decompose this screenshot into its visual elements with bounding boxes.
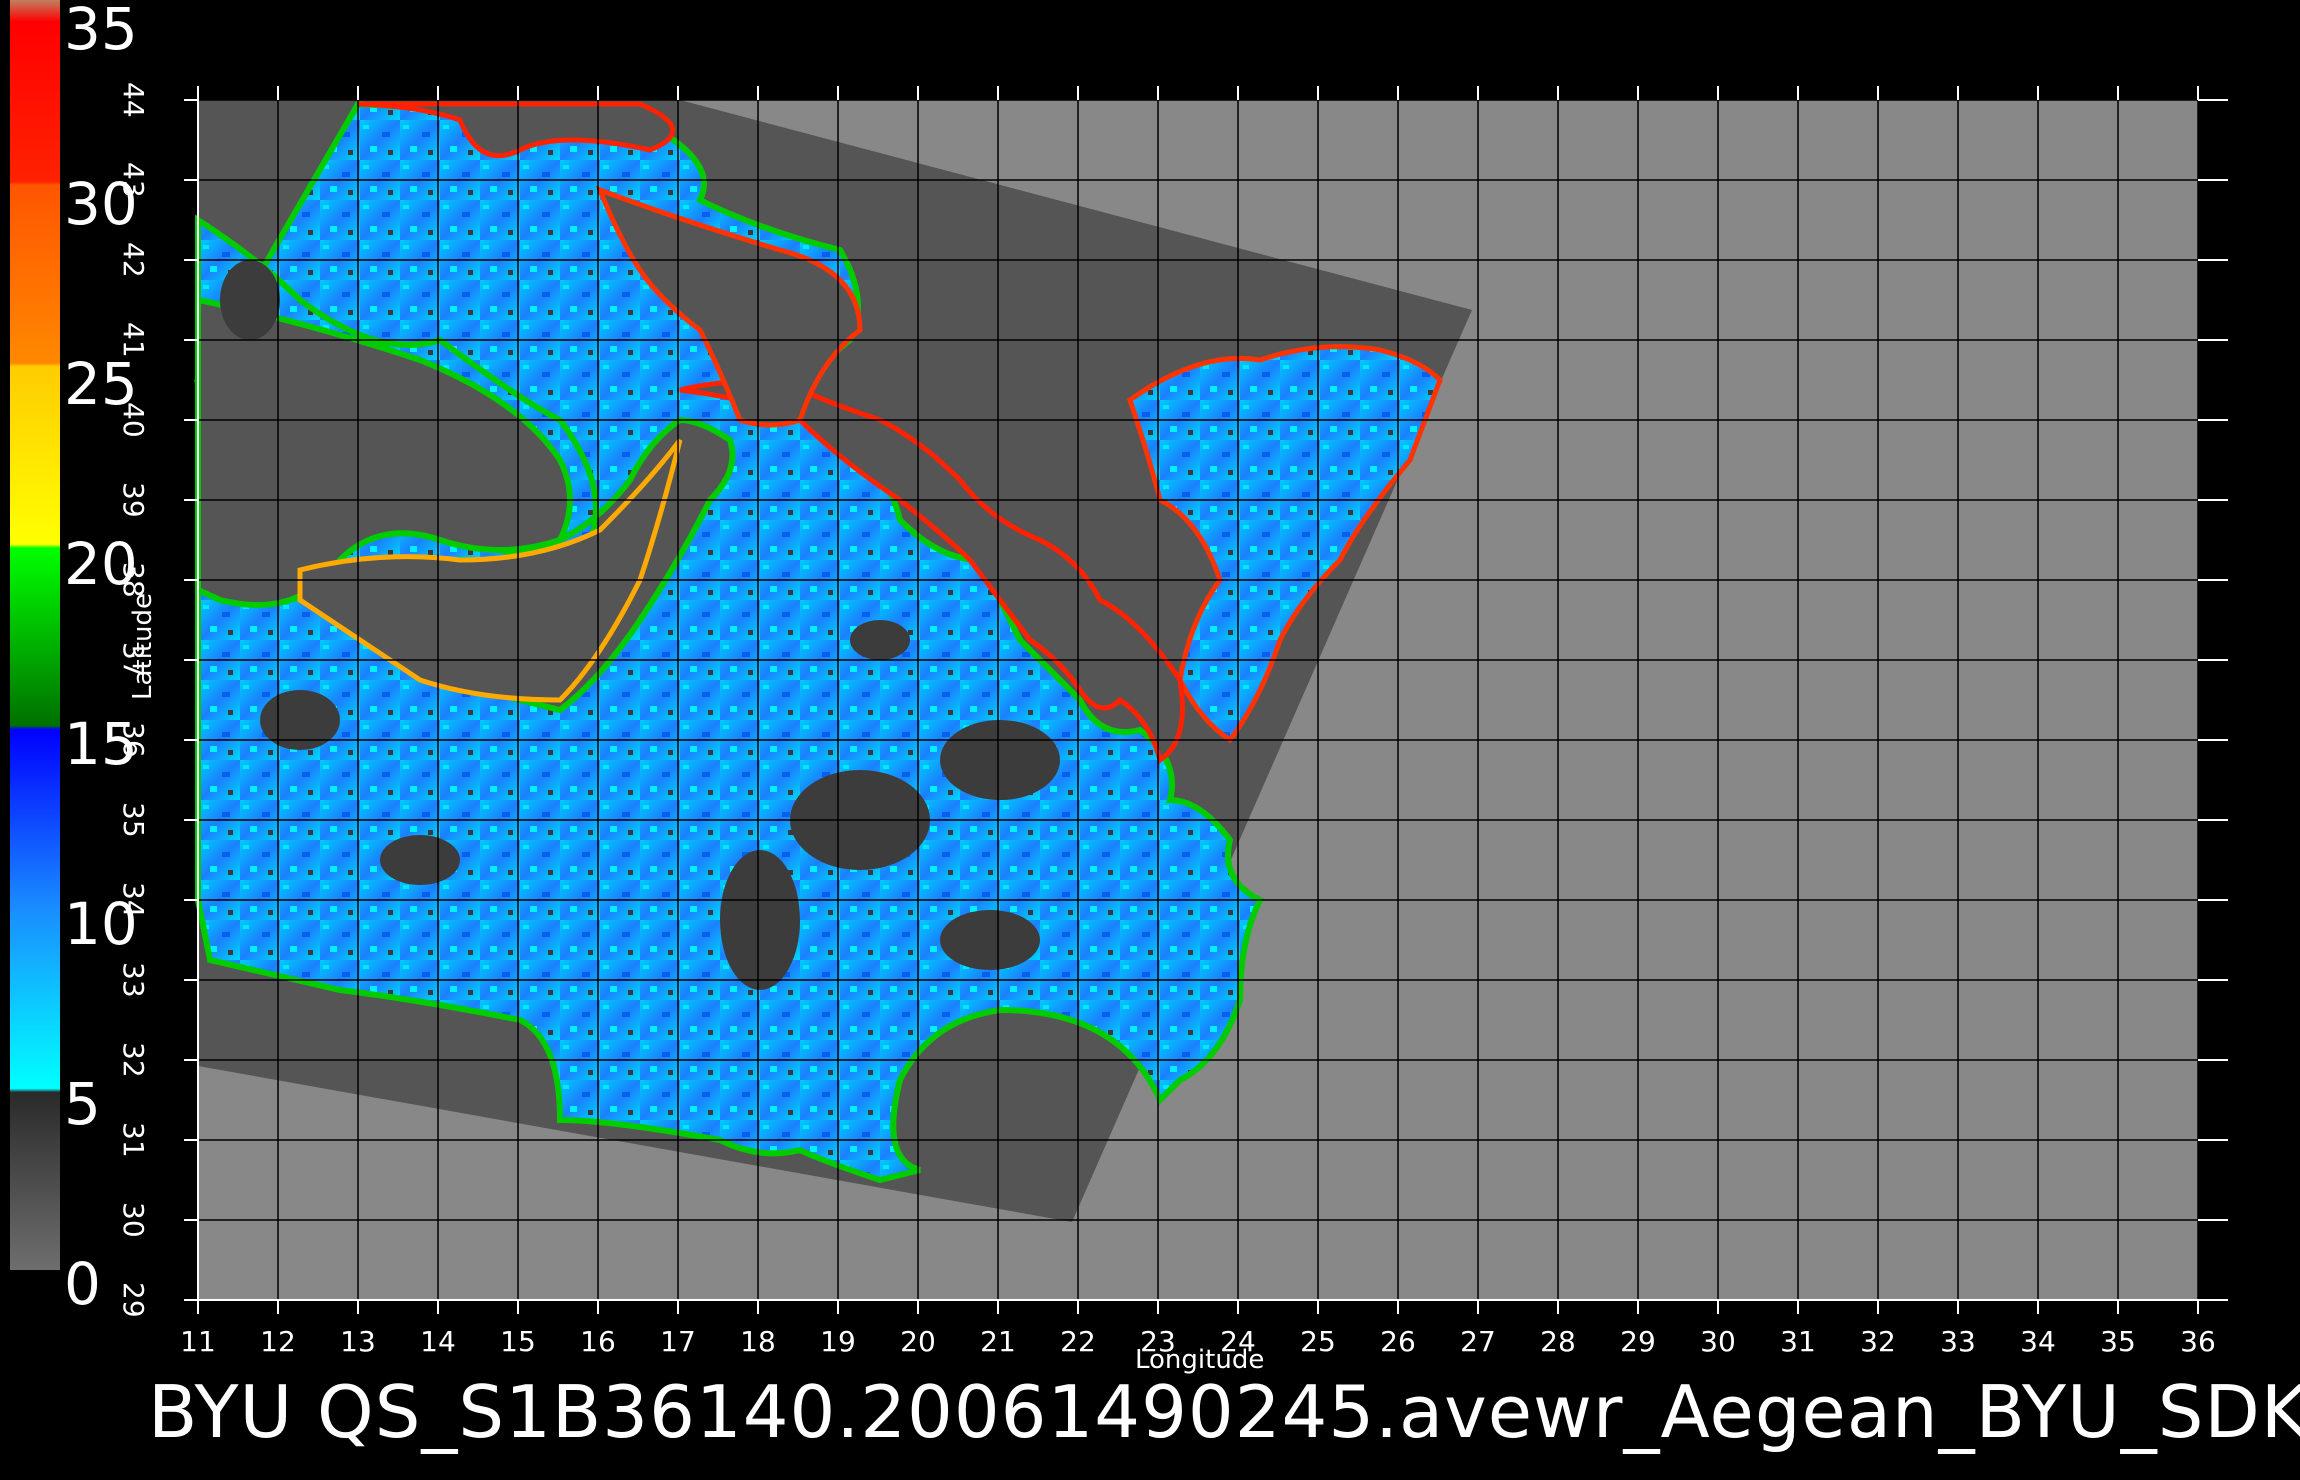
- y-tick-label: 31: [117, 1122, 150, 1158]
- x-tick-label: 33: [1940, 1325, 1976, 1358]
- x-tick-label: 16: [580, 1325, 616, 1358]
- y-tick-label: 40: [117, 402, 150, 438]
- wind-map: [184, 86, 2228, 1314]
- x-tick-label: 21: [980, 1325, 1016, 1358]
- colorbar-label-35: 35: [64, 0, 138, 63]
- x-tick-label: 31: [1780, 1325, 1816, 1358]
- x-tick-label: 19: [820, 1325, 856, 1358]
- x-tick-label: 35: [2100, 1325, 2136, 1358]
- y-tick-label: 32: [117, 1042, 150, 1078]
- x-tick-label: 13: [340, 1325, 376, 1358]
- x-tick-label: 17: [660, 1325, 696, 1358]
- x-tick-label: 26: [1380, 1325, 1416, 1358]
- x-tick-label: 20: [900, 1325, 936, 1358]
- x-tick-label: 22: [1060, 1325, 1096, 1358]
- x-tick-label: 27: [1460, 1325, 1496, 1358]
- colorbar-label-0: 0: [64, 1250, 101, 1318]
- x-tick-label: 34: [2020, 1325, 2056, 1358]
- x-tick-label: 15: [500, 1325, 536, 1358]
- y-tick-label: 35: [117, 802, 150, 838]
- y-tick-label: 34: [117, 882, 150, 918]
- y-tick-label: 42: [117, 242, 150, 278]
- y-tick-label: 33: [117, 962, 150, 998]
- x-tick-label: 32: [1860, 1325, 1896, 1358]
- x-tick-label: 11: [180, 1325, 216, 1358]
- x-tick-label: 25: [1300, 1325, 1336, 1358]
- x-tick-label: 12: [260, 1325, 296, 1358]
- x-tick-label: 36: [2180, 1325, 2216, 1358]
- y-tick-label: 39: [117, 482, 150, 518]
- x-tick-label: 28: [1540, 1325, 1576, 1358]
- y-axis-label: Latitude: [128, 592, 158, 700]
- x-tick-label: 14: [420, 1325, 456, 1358]
- y-tick-label: 43: [117, 162, 150, 198]
- file-title: BYU QS_S1B36140.20061490245.avewr_Aegean…: [148, 1370, 2300, 1454]
- x-tick-label: 30: [1700, 1325, 1736, 1358]
- x-tick-label: 18: [740, 1325, 776, 1358]
- y-tick-label: 44: [117, 82, 150, 118]
- colorbar: [10, 0, 60, 1270]
- y-tick-label: 36: [117, 722, 150, 758]
- y-tick-label: 29: [117, 1282, 150, 1318]
- map-plot: [0, 0, 2300, 1400]
- x-tick-label: 29: [1620, 1325, 1656, 1358]
- y-tick-label: 30: [117, 1202, 150, 1238]
- colorbar-label-5: 5: [64, 1070, 101, 1138]
- y-tick-label: 41: [117, 322, 150, 358]
